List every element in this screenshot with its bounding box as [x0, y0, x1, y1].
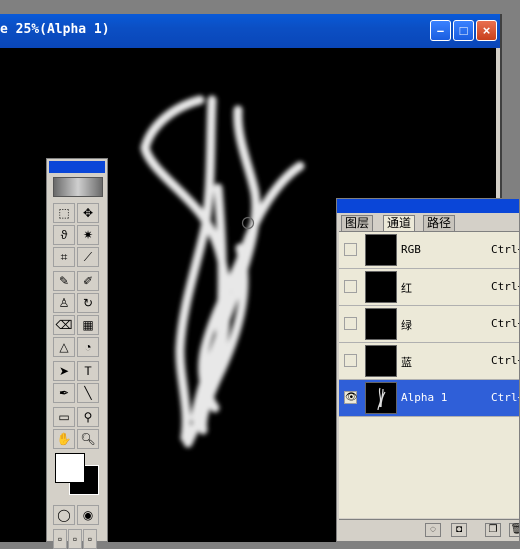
alpha-thumbnail-icon: [377, 387, 386, 411]
channel-row[interactable]: RGB Ctrl+: [339, 232, 519, 269]
channel-list: RGB Ctrl+ 红 Ctrl+ 绿 Ctrl+ 蓝 Ctrl+ 👁︎ Alpha 1 Ctrl+: [339, 231, 519, 518]
visibility-eye-icon[interactable]: [344, 280, 357, 293]
channel-thumbnail: [365, 234, 397, 266]
channel-shortcut: Ctrl+: [491, 280, 519, 293]
document-title: e 25%(Alpha 1): [0, 22, 110, 37]
screen-mode-full-button[interactable]: ▫: [83, 529, 97, 549]
lasso-tool[interactable]: ϑ: [53, 225, 75, 245]
eyedropper-tool[interactable]: ⚲: [77, 407, 99, 427]
document-titlebar[interactable]: e 25%(Alpha 1) – □ ×: [0, 14, 500, 48]
crop-tool[interactable]: ⌗: [53, 247, 75, 267]
path-selection-tool[interactable]: ➤: [53, 361, 75, 381]
channel-row[interactable]: 红 Ctrl+: [339, 269, 519, 306]
slice-tool[interactable]: ⟋: [77, 247, 99, 267]
minimize-button[interactable]: –: [430, 20, 451, 41]
gradient-tool[interactable]: ▦: [77, 315, 99, 335]
channel-thumbnail: [365, 382, 397, 414]
channels-panel: 图层通道路径 RGB Ctrl+ 红 Ctrl+ 绿 Ctrl+ 蓝 Ctrl+ 👁︎ Alpha…: [336, 198, 520, 542]
channel-name: Alpha 1: [401, 391, 448, 404]
marquee-tool[interactable]: ⬚: [53, 203, 75, 223]
channel-shortcut: Ctrl+: [491, 354, 519, 367]
channel-row[interactable]: 👁︎ Alpha 1 Ctrl+: [339, 380, 519, 417]
channel-shortcut: Ctrl+: [491, 391, 519, 404]
channel-thumbnail: [365, 308, 397, 340]
quick-mask-button[interactable]: ◉: [77, 505, 99, 525]
tab-1[interactable]: 通道: [383, 215, 416, 231]
maximize-button[interactable]: □: [453, 20, 474, 41]
zoom-tool[interactable]: 🔍︎: [77, 429, 99, 449]
screen-mode-full-menu-button[interactable]: ▫: [68, 529, 82, 549]
pen-tool[interactable]: ✒: [53, 383, 75, 403]
clone-stamp-tool[interactable]: ♙: [53, 293, 75, 313]
screen-mode-standard-button[interactable]: ▫: [53, 529, 67, 549]
load-selection-icon[interactable]: ◌: [425, 523, 441, 537]
visibility-eye-icon[interactable]: [344, 317, 357, 330]
save-selection-icon[interactable]: ◘: [451, 523, 467, 537]
panel-titlebar[interactable]: [337, 199, 519, 213]
channel-row[interactable]: 蓝 Ctrl+: [339, 343, 519, 380]
blur-tool[interactable]: △: [53, 337, 75, 357]
new-channel-icon[interactable]: ❐: [485, 523, 501, 537]
history-brush-tool[interactable]: ↻: [77, 293, 99, 313]
type-tool[interactable]: T: [77, 361, 99, 381]
eraser-tool[interactable]: ⌫: [53, 315, 75, 335]
channel-row[interactable]: 绿 Ctrl+: [339, 306, 519, 343]
brush-tool[interactable]: ✐: [77, 271, 99, 291]
channel-thumbnail: [365, 271, 397, 303]
channel-name: 红: [401, 282, 412, 295]
channel-shortcut: Ctrl+: [491, 317, 519, 330]
dodge-tool[interactable]: ◔: [77, 337, 99, 357]
adobe-logo-icon[interactable]: [53, 177, 103, 197]
close-button[interactable]: ×: [476, 20, 497, 41]
toolbox: ⬚ ✥ ϑ ✷ ⌗ ⟋ ✎ ✐ ♙ ↻ ⌫ ▦ △ ◔ ➤ T ✒ ╲ ▭ ⚲ ✋ 🔍︎ ◯ ◉ ▫ ▫ ▫: [46, 158, 108, 549]
magic-wand-tool[interactable]: ✷: [77, 225, 99, 245]
standard-mode-button[interactable]: ◯: [53, 505, 75, 525]
toolbox-titlebar[interactable]: [49, 161, 105, 173]
notes-tool[interactable]: ▭: [53, 407, 75, 427]
move-tool[interactable]: ✥: [77, 203, 99, 223]
panel-bottom-bar: ◌ ◘ ❐ 🗑︎: [339, 519, 519, 541]
delete-channel-icon[interactable]: 🗑︎: [509, 523, 519, 537]
visibility-eye-icon[interactable]: 👁︎: [344, 391, 358, 404]
channel-name: 蓝: [401, 356, 412, 369]
visibility-eye-icon[interactable]: [344, 243, 357, 256]
channel-name: 绿: [401, 319, 412, 332]
line-tool[interactable]: ╲: [77, 383, 99, 403]
channel-shortcut: Ctrl+: [491, 243, 519, 256]
channel-thumbnail: [365, 345, 397, 377]
tab-0[interactable]: 图层: [341, 215, 374, 231]
foreground-color-swatch[interactable]: [55, 453, 85, 483]
visibility-eye-icon[interactable]: [344, 354, 357, 367]
channel-name: RGB: [401, 243, 421, 256]
healing-brush-tool[interactable]: ✎: [53, 271, 75, 291]
tab-2[interactable]: 路径: [423, 215, 456, 231]
hand-tool[interactable]: ✋: [53, 429, 75, 449]
